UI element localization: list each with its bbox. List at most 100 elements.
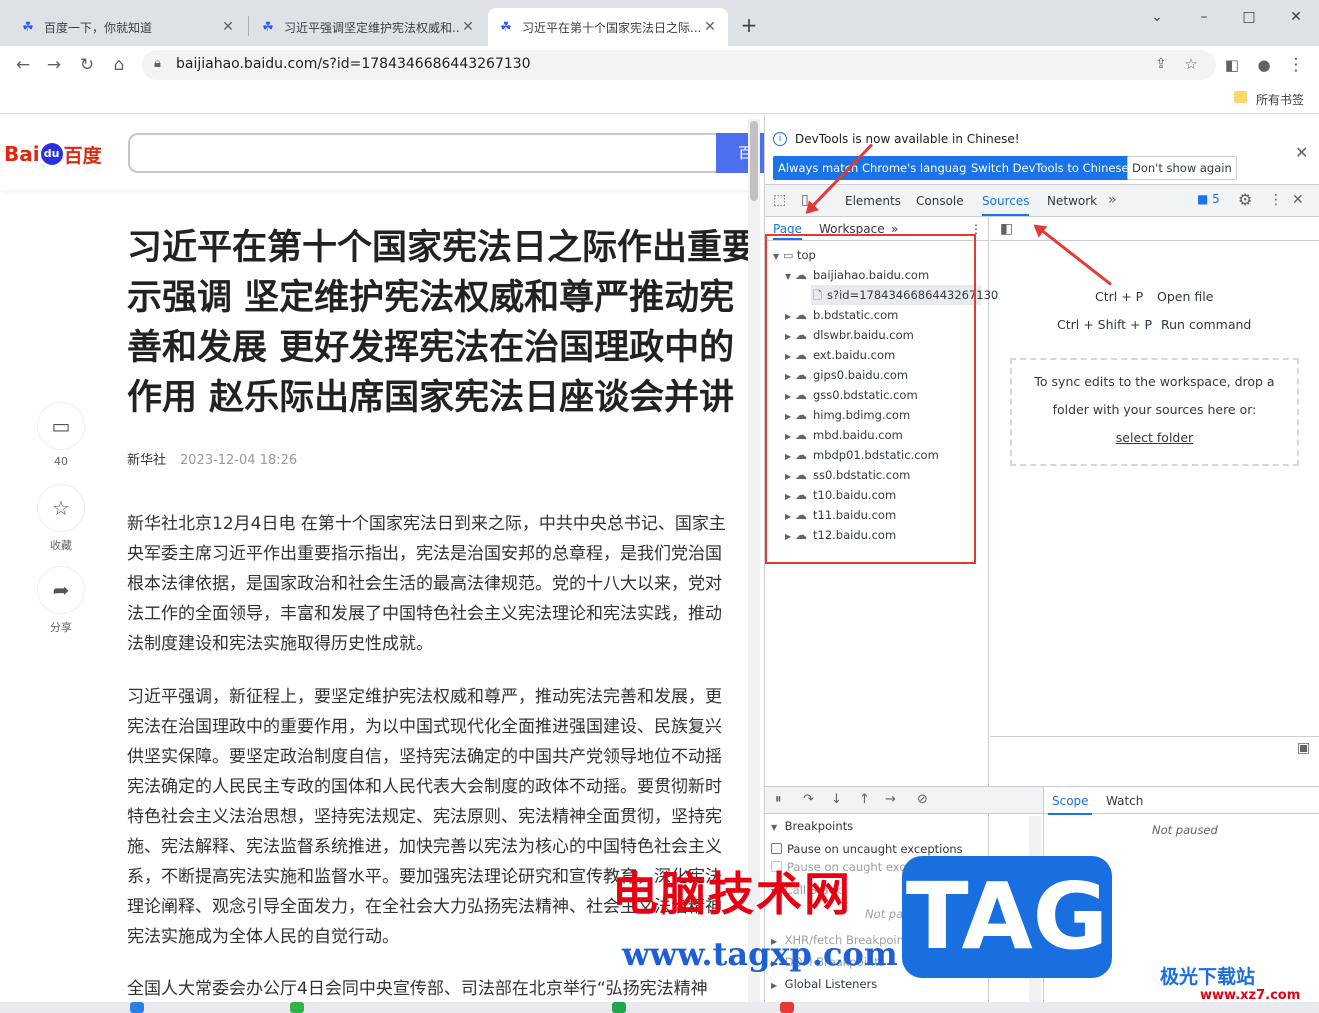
watermark-url: www.tagxp.com xyxy=(622,935,898,973)
back-icon[interactable]: ← xyxy=(12,54,34,76)
maximize-button[interactable]: □ xyxy=(1237,6,1261,28)
comment-button[interactable]: ▭ 40 xyxy=(37,402,85,468)
banner-message: DevTools is now available in Chinese! xyxy=(795,132,1020,146)
toggle-debugger-icon[interactable]: ▣ xyxy=(1297,740,1310,756)
more-tabs-chevron-icon[interactable]: » xyxy=(1108,192,1117,208)
profile-avatar-icon[interactable]: ● xyxy=(1253,54,1275,76)
step-into-icon[interactable]: ↓ xyxy=(831,792,842,807)
highlight-box xyxy=(765,234,976,564)
workspace-drop-zone[interactable]: To sync edits to the workspace, drop a f… xyxy=(1010,358,1299,466)
select-folder-link[interactable]: select folder xyxy=(1012,430,1297,445)
always-match-language-button[interactable]: Always match Chrome's language xyxy=(773,156,979,180)
switch-to-chinese-button[interactable]: Switch DevTools to Chinese xyxy=(966,156,1134,180)
lock-icon[interactable]: 🔒︎ xyxy=(154,56,161,71)
section-title: Breakpoints xyxy=(784,819,854,833)
baidu-logo[interactable]: Bai du 百度 xyxy=(4,137,102,171)
taskbar-app-icon[interactable] xyxy=(780,1002,794,1013)
settings-gear-icon[interactable]: ⚙ xyxy=(1238,190,1252,209)
new-tab-button[interactable]: + xyxy=(738,14,760,36)
star-icon[interactable]: ☆ xyxy=(37,484,85,532)
title-line: 善和发展 更好发挥宪法在治国理政中的 xyxy=(127,328,735,368)
para-line: 法制度建设和宪法实施取得历史性成就。 xyxy=(127,634,433,654)
para-line: 法工作的全面领导，丰富和发展了中国特色社会主义宪法理论和宪法实践，推动 xyxy=(127,604,722,624)
para-line: 全国人大常委会办公厅4日会同中央宣传部、司法部在北京举行“弘扬宪法精神 xyxy=(127,979,708,999)
issues-count: 5 xyxy=(1212,192,1220,206)
menu-kebab-icon[interactable]: ⋮ xyxy=(1285,54,1307,76)
info-icon: i xyxy=(773,132,787,146)
drop-text: folder with your sources here or: xyxy=(1052,402,1257,417)
global-listeners-section[interactable]: ▶ Global Listeners xyxy=(771,977,877,991)
browser-tab-baidu[interactable]: ☘ 百度一下，你就知道 ✕ xyxy=(10,8,246,46)
address-bar[interactable]: 🔒︎ baijiahao.baidu.com/s?id=178434668644… xyxy=(142,50,1216,80)
title-line: 作用 赵乐际出席国家宪法日座谈会并讲 xyxy=(127,378,735,418)
tab-divider xyxy=(248,16,249,36)
browser-tab-news1[interactable]: ☘ 习近平强调坚定维护宪法权威和... ✕ xyxy=(250,8,486,46)
tab-watch[interactable]: Watch xyxy=(1106,794,1143,808)
devtools-menu-icon[interactable]: ⋮ xyxy=(1269,192,1283,208)
minimize-button[interactable]: – xyxy=(1192,6,1216,28)
taskbar xyxy=(0,1002,1319,1013)
all-bookmarks-link[interactable]: 所有书签 xyxy=(1256,91,1304,108)
deactivate-breakpoints-icon[interactable]: ⊘ xyxy=(917,792,928,807)
para-line: 习近平强调，新征程上，要坚定维护宪法权威和尊严，推动宪法完善和发展，更 xyxy=(127,687,722,707)
drop-text: To sync edits to the workspace, drop a xyxy=(1034,374,1275,389)
step-icon[interactable]: → xyxy=(885,792,896,807)
tab-search-chevron-icon[interactable]: ⌄ xyxy=(1145,6,1169,28)
collapsed-triangle-icon: ▶ xyxy=(771,981,778,990)
pause-icon[interactable]: ⏸︎ xyxy=(775,792,782,807)
checkbox-label: Pause on uncaught exceptions xyxy=(787,842,963,856)
breakpoints-section[interactable]: ▼ Breakpoints xyxy=(771,819,853,833)
inspect-element-icon[interactable]: ⬚ xyxy=(773,192,786,208)
close-tab-icon[interactable]: ✕ xyxy=(460,19,476,35)
article-meta: 新华社 2023-12-04 18:26 xyxy=(127,449,297,468)
toggle-navigator-icon[interactable]: ◧ xyxy=(1000,221,1013,237)
close-devtools-icon[interactable]: ✕ xyxy=(1292,192,1304,208)
para-line: 供坚实保障。要坚定政治制度自信，坚持宪法确定的中国共产党领导地位不动摇 xyxy=(127,747,722,767)
tab-sources[interactable]: Sources xyxy=(982,185,1030,216)
reload-icon[interactable]: ↻ xyxy=(76,54,98,76)
close-tab-icon[interactable]: ✕ xyxy=(220,19,236,35)
browser-tab-active[interactable]: ☘ 习近平在第十个国家宪法日之际... ✕ xyxy=(488,8,728,46)
tab-title: 习近平在第十个国家宪法日之际... xyxy=(522,20,702,35)
logo-text: Bai xyxy=(4,142,40,166)
share-arrow-icon[interactable]: ➦ xyxy=(37,566,85,614)
taskbar-app-icon[interactable] xyxy=(612,1002,626,1013)
search-input[interactable] xyxy=(128,133,718,173)
checkbox[interactable] xyxy=(771,843,782,854)
home-icon[interactable]: ⌂ xyxy=(108,54,130,76)
baidu-paw-icon: ☘ xyxy=(500,19,512,35)
pause-uncaught-checkbox[interactable]: Pause on uncaught exceptions xyxy=(771,842,963,856)
paragraph-3: 全国人大常委会办公厅4日会同中央宣传部、司法部在北京举行“弘扬宪法精神 xyxy=(127,974,764,1004)
favorite-button[interactable]: ☆ 收藏 xyxy=(37,484,85,553)
article-source[interactable]: 新华社 xyxy=(127,453,166,468)
comment-icon[interactable]: ▭ xyxy=(37,402,85,450)
tab-elements[interactable]: Elements xyxy=(845,185,901,216)
comment-count: 40 xyxy=(54,455,68,468)
side-panel-icon[interactable]: ◧ xyxy=(1221,54,1243,76)
step-out-icon[interactable]: ↑ xyxy=(859,792,870,807)
close-window-button[interactable]: ✕ xyxy=(1284,6,1308,28)
close-icon[interactable]: ✕ xyxy=(1295,143,1308,162)
step-over-icon[interactable]: ↷ xyxy=(803,792,814,807)
tab-network[interactable]: Network xyxy=(1047,185,1097,216)
taskbar-app-icon[interactable] xyxy=(130,1002,144,1013)
tab-console[interactable]: Console xyxy=(916,185,964,216)
forward-icon[interactable]: → xyxy=(43,54,65,76)
url-text[interactable]: baijiahao.baidu.com/s?id=178434668644326… xyxy=(176,56,531,72)
watermark-tag-logo: TAG xyxy=(902,856,1112,978)
para-line: 新华社北京12月4日电 在第十个国家宪法日到来之际，中共中央总书记、国家主 xyxy=(127,514,726,534)
share-button[interactable]: ➦ 分享 xyxy=(37,566,85,635)
share-icon[interactable]: ⇪ xyxy=(1150,53,1172,75)
expanded-triangle-icon: ▼ xyxy=(771,823,778,832)
scope-status: Not paused xyxy=(1152,823,1218,837)
scrollbar-thumb[interactable] xyxy=(750,121,758,201)
taskbar-app-icon[interactable] xyxy=(290,1002,304,1013)
issues-icon[interactable]: ■ 5 xyxy=(1197,192,1220,206)
bookmark-star-icon[interactable]: ☆ xyxy=(1180,53,1202,75)
logo-text-cn: 百度 xyxy=(63,144,102,167)
dont-show-again-button[interactable]: Don't show again xyxy=(1127,156,1237,180)
close-tab-icon[interactable]: ✕ xyxy=(702,19,718,35)
debugger-toolbar: ⏸︎ ↷ ↓ ↑ → ⊘ xyxy=(765,786,1043,814)
tab-scope[interactable]: Scope xyxy=(1052,794,1089,808)
tab-strip: ☘ 百度一下，你就知道 ✕ ☘ 习近平强调坚定维护宪法权威和... ✕ ☘ 习近… xyxy=(0,0,1319,46)
